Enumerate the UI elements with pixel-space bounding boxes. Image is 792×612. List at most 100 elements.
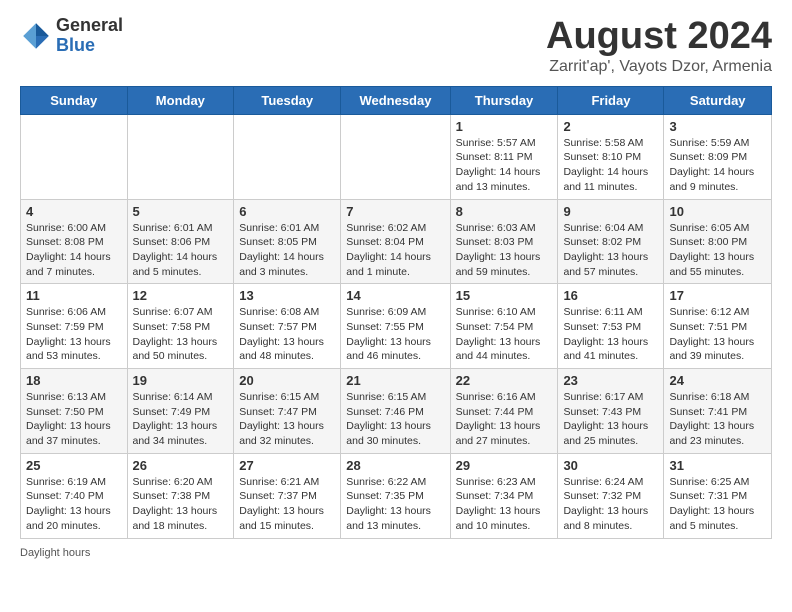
calendar-cell: 19Sunrise: 6:14 AMSunset: 7:49 PMDayligh… xyxy=(127,369,234,454)
calendar-cell: 23 Sunrise: 6:17 AMSunset: 7:43 PMDayligh… xyxy=(558,369,664,454)
day-number: 6 xyxy=(239,204,335,219)
day-info: Sunrise: 6:08 AMSunset: 7:57 PMDaylight:… xyxy=(239,305,335,364)
day-number: 2 xyxy=(563,119,658,134)
day-info: Sunrise: 5:59 AMSunset: 8:09 PMDaylight:… xyxy=(669,136,766,195)
calendar-cell: 1Sunrise: 5:57 AMSunset: 8:11 PMDaylight… xyxy=(450,114,558,199)
calendar-cell: 21 Sunrise: 6:15 AMSunset: 7:46 PMDayligh… xyxy=(341,369,450,454)
calendar-cell: 9 Sunrise: 6:04 AMSunset: 8:02 PMDaylight… xyxy=(558,199,664,284)
day-number: 20 xyxy=(239,373,335,388)
day-number: 30 xyxy=(563,458,658,473)
calendar-cell: 16 Sunrise: 6:11 AMSunset: 7:53 PMDayligh… xyxy=(558,284,664,369)
day-number: 18 xyxy=(26,373,122,388)
calendar-cell: 27 Sunrise: 6:21 AMSunset: 7:37 PMDayligh… xyxy=(234,453,341,538)
day-number: 10 xyxy=(669,204,766,219)
weekday-header-tuesday: Tuesday xyxy=(234,86,341,114)
day-info: Sunrise: 6:05 AMSunset: 8:00 PMDaylight:… xyxy=(669,221,766,280)
week-row-1: 1Sunrise: 5:57 AMSunset: 8:11 PMDaylight… xyxy=(21,114,772,199)
calendar-cell: 31 Sunrise: 6:25 AMSunset: 7:31 PMDayligh… xyxy=(664,453,772,538)
day-info: Sunrise: 6:01 AMSunset: 8:05 PMDaylight:… xyxy=(239,221,335,280)
day-info: Sunrise: 6:02 AMSunset: 8:04 PMDaylight:… xyxy=(346,221,444,280)
calendar-cell: 13 Sunrise: 6:08 AMSunset: 7:57 PMDayligh… xyxy=(234,284,341,369)
calendar-cell xyxy=(21,114,128,199)
calendar-cell: 5 Sunrise: 6:01 AMSunset: 8:06 PMDaylight… xyxy=(127,199,234,284)
day-number: 25 xyxy=(26,458,122,473)
day-info: Sunrise: 6:10 AMSunset: 7:54 PMDaylight:… xyxy=(456,305,553,364)
calendar-cell: 20 Sunrise: 6:15 AMSunset: 7:47 PMDayligh… xyxy=(234,369,341,454)
day-number: 28 xyxy=(346,458,444,473)
weekday-header-sunday: Sunday xyxy=(21,86,128,114)
day-info: Sunrise: 6:18 AMSunset: 7:41 PMDaylight:… xyxy=(669,390,766,449)
day-number: 3 xyxy=(669,119,766,134)
calendar-header: SundayMondayTuesdayWednesdayThursdayFrid… xyxy=(21,86,772,114)
day-number: 13 xyxy=(239,288,335,303)
calendar-cell: 10 Sunrise: 6:05 AMSunset: 8:00 PMDayligh… xyxy=(664,199,772,284)
day-info: Sunrise: 6:19 AMSunset: 7:40 PMDaylight:… xyxy=(26,475,122,534)
day-info: Sunrise: 6:22 AMSunset: 7:35 PMDaylight:… xyxy=(346,475,444,534)
day-number: 21 xyxy=(346,373,444,388)
week-row-3: 11Sunrise: 6:06 AMSunset: 7:59 PMDayligh… xyxy=(21,284,772,369)
day-info: Sunrise: 6:15 AMSunset: 7:46 PMDaylight:… xyxy=(346,390,444,449)
day-info: Sunrise: 6:01 AMSunset: 8:06 PMDaylight:… xyxy=(133,221,229,280)
weekday-header-friday: Friday xyxy=(558,86,664,114)
calendar-cell: 6 Sunrise: 6:01 AMSunset: 8:05 PMDaylight… xyxy=(234,199,341,284)
week-row-4: 18 Sunrise: 6:13 AMSunset: 7:50 PMDayligh… xyxy=(21,369,772,454)
calendar-cell: 3 Sunrise: 5:59 AMSunset: 8:09 PMDaylight… xyxy=(664,114,772,199)
day-number: 1 xyxy=(456,119,553,134)
calendar-cell xyxy=(127,114,234,199)
day-info: Sunrise: 6:21 AMSunset: 7:37 PMDaylight:… xyxy=(239,475,335,534)
calendar-cell: 15 Sunrise: 6:10 AMSunset: 7:54 PMDayligh… xyxy=(450,284,558,369)
weekday-header-thursday: Thursday xyxy=(450,86,558,114)
logo-general-text: General xyxy=(56,16,123,36)
calendar-cell: 30 Sunrise: 6:24 AMSunset: 7:32 PMDayligh… xyxy=(558,453,664,538)
day-number: 31 xyxy=(669,458,766,473)
day-number: 19 xyxy=(133,373,229,388)
day-info: Sunrise: 6:04 AMSunset: 8:02 PMDaylight:… xyxy=(563,221,658,280)
day-info: Sunrise: 6:12 AMSunset: 7:51 PMDaylight:… xyxy=(669,305,766,364)
day-info: Sunrise: 6:11 AMSunset: 7:53 PMDaylight:… xyxy=(563,305,658,364)
day-number: 4 xyxy=(26,204,122,219)
weekday-row: SundayMondayTuesdayWednesdayThursdayFrid… xyxy=(21,86,772,114)
calendar-cell: 14Sunrise: 6:09 AMSunset: 7:55 PMDayligh… xyxy=(341,284,450,369)
subtitle: Zarrit'ap', Vayots Dzor, Armenia xyxy=(546,58,772,76)
day-number: 29 xyxy=(456,458,553,473)
day-info: Sunrise: 6:23 AMSunset: 7:34 PMDaylight:… xyxy=(456,475,553,534)
calendar-cell: 7Sunrise: 6:02 AMSunset: 8:04 PMDaylight… xyxy=(341,199,450,284)
week-row-2: 4Sunrise: 6:00 AMSunset: 8:08 PMDaylight… xyxy=(21,199,772,284)
day-info: Sunrise: 6:13 AMSunset: 7:50 PMDaylight:… xyxy=(26,390,122,449)
weekday-header-monday: Monday xyxy=(127,86,234,114)
calendar-cell: 17 Sunrise: 6:12 AMSunset: 7:51 PMDayligh… xyxy=(664,284,772,369)
calendar-cell: 29 Sunrise: 6:23 AMSunset: 7:34 PMDayligh… xyxy=(450,453,558,538)
day-info: Sunrise: 6:25 AMSunset: 7:31 PMDaylight:… xyxy=(669,475,766,534)
day-number: 22 xyxy=(456,373,553,388)
day-info: Sunrise: 6:07 AMSunset: 7:58 PMDaylight:… xyxy=(133,305,229,364)
calendar-cell xyxy=(234,114,341,199)
main-title: August 2024 xyxy=(546,16,772,58)
day-info: Sunrise: 6:15 AMSunset: 7:47 PMDaylight:… xyxy=(239,390,335,449)
calendar-cell: 2 Sunrise: 5:58 AMSunset: 8:10 PMDaylight… xyxy=(558,114,664,199)
day-number: 8 xyxy=(456,204,553,219)
calendar-cell: 12 Sunrise: 6:07 AMSunset: 7:58 PMDayligh… xyxy=(127,284,234,369)
day-info: Sunrise: 6:17 AMSunset: 7:43 PMDaylight:… xyxy=(563,390,658,449)
calendar-cell: 25 Sunrise: 6:19 AMSunset: 7:40 PMDayligh… xyxy=(21,453,128,538)
day-number: 17 xyxy=(669,288,766,303)
day-info: Sunrise: 6:03 AMSunset: 8:03 PMDaylight:… xyxy=(456,221,553,280)
day-number: 16 xyxy=(563,288,658,303)
calendar-cell xyxy=(341,114,450,199)
day-number: 5 xyxy=(133,204,229,219)
day-number: 24 xyxy=(669,373,766,388)
day-number: 9 xyxy=(563,204,658,219)
day-info: Sunrise: 6:16 AMSunset: 7:44 PMDaylight:… xyxy=(456,390,553,449)
day-number: 23 xyxy=(563,373,658,388)
day-number: 15 xyxy=(456,288,553,303)
calendar-table: SundayMondayTuesdayWednesdayThursdayFrid… xyxy=(20,86,772,539)
day-info: Sunrise: 6:24 AMSunset: 7:32 PMDaylight:… xyxy=(563,475,658,534)
calendar-body: 1Sunrise: 5:57 AMSunset: 8:11 PMDaylight… xyxy=(21,114,772,538)
day-number: 12 xyxy=(133,288,229,303)
calendar-cell: 11Sunrise: 6:06 AMSunset: 7:59 PMDayligh… xyxy=(21,284,128,369)
logo-text: General Blue xyxy=(56,16,123,56)
day-info: Sunrise: 6:06 AMSunset: 7:59 PMDaylight:… xyxy=(26,305,122,364)
daylight-hours-label: Daylight hours xyxy=(20,547,90,559)
day-info: Sunrise: 5:58 AMSunset: 8:10 PMDaylight:… xyxy=(563,136,658,195)
calendar-cell: 4Sunrise: 6:00 AMSunset: 8:08 PMDaylight… xyxy=(21,199,128,284)
day-number: 27 xyxy=(239,458,335,473)
